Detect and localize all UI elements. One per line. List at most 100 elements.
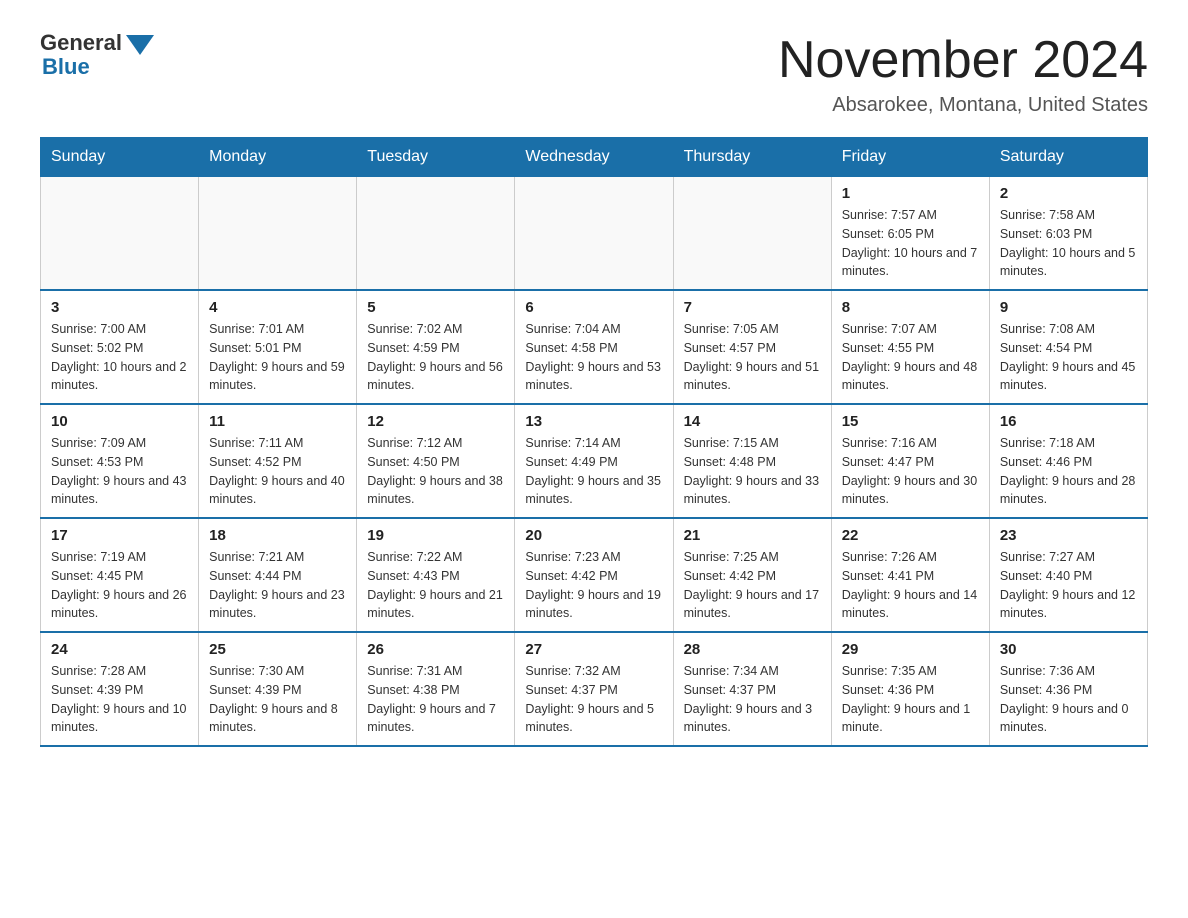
day-number: 24 — [51, 641, 188, 658]
weekday-header-row: SundayMondayTuesdayWednesdayThursdayFrid… — [41, 138, 1148, 177]
calendar-cell: 25 Sunrise: 7:30 AMSunset: 4:39 PMDayligh… — [199, 632, 357, 746]
calendar-table: SundayMondayTuesdayWednesdayThursdayFrid… — [40, 137, 1148, 747]
calendar-cell: 22Sunrise: 7:26 AMSunset: 4:41 PMDayligh… — [831, 518, 989, 632]
day-number: 11 — [209, 413, 346, 430]
calendar-cell: 28 Sunrise: 7:34 AMSunset: 4:37 PMDayligh… — [673, 632, 831, 746]
day-number: 25 — [209, 641, 346, 658]
calendar-cell: 21 Sunrise: 7:25 AMSunset: 4:42 PMDayligh… — [673, 518, 831, 632]
day-number: 16 — [1000, 413, 1137, 430]
sun-info: Sunrise: 7:05 AMSunset: 4:57 PMDaylight:… — [684, 320, 821, 395]
sun-info: Sunrise: 7:28 AMSunset: 4:39 PMDaylight:… — [51, 662, 188, 737]
day-number: 27 — [525, 641, 662, 658]
day-number: 15 — [842, 413, 979, 430]
calendar-cell: 5 Sunrise: 7:02 AMSunset: 4:59 PMDaylight… — [357, 290, 515, 404]
day-number: 4 — [209, 299, 346, 316]
weekday-header-friday: Friday — [831, 138, 989, 177]
calendar-cell: 27 Sunrise: 7:32 AMSunset: 4:37 PMDayligh… — [515, 632, 673, 746]
sun-info: Sunrise: 7:30 AMSunset: 4:39 PMDaylight:… — [209, 662, 346, 737]
sun-info: Sunrise: 7:19 AMSunset: 4:45 PMDaylight:… — [51, 548, 188, 623]
calendar-cell: 2 Sunrise: 7:58 AMSunset: 6:03 PMDaylight… — [989, 177, 1147, 291]
calendar-row-3: 10 Sunrise: 7:09 AMSunset: 4:53 PMDayligh… — [41, 404, 1148, 518]
calendar-cell: 14 Sunrise: 7:15 AMSunset: 4:48 PMDayligh… — [673, 404, 831, 518]
calendar-cell: 7 Sunrise: 7:05 AMSunset: 4:57 PMDaylight… — [673, 290, 831, 404]
logo-arrow-icon — [126, 35, 154, 55]
calendar-cell: 3 Sunrise: 7:00 AMSunset: 5:02 PMDaylight… — [41, 290, 199, 404]
day-number: 28 — [684, 641, 821, 658]
sun-info: Sunrise: 7:07 AMSunset: 4:55 PMDaylight:… — [842, 320, 979, 395]
sun-info: Sunrise: 7:08 AMSunset: 4:54 PMDaylight:… — [1000, 320, 1137, 395]
calendar-cell: 23Sunrise: 7:27 AMSunset: 4:40 PMDayligh… — [989, 518, 1147, 632]
calendar-cell: 12 Sunrise: 7:12 AMSunset: 4:50 PMDayligh… — [357, 404, 515, 518]
sun-info: Sunrise: 7:58 AMSunset: 6:03 PMDaylight:… — [1000, 206, 1137, 281]
day-number: 22 — [842, 527, 979, 544]
calendar-cell: 9 Sunrise: 7:08 AMSunset: 4:54 PMDaylight… — [989, 290, 1147, 404]
calendar-cell: 17 Sunrise: 7:19 AMSunset: 4:45 PMDayligh… — [41, 518, 199, 632]
sun-info: Sunrise: 7:34 AMSunset: 4:37 PMDaylight:… — [684, 662, 821, 737]
day-number: 1 — [842, 185, 979, 202]
sun-info: Sunrise: 7:09 AMSunset: 4:53 PMDaylight:… — [51, 434, 188, 509]
calendar-cell: 10 Sunrise: 7:09 AMSunset: 4:53 PMDayligh… — [41, 404, 199, 518]
calendar-cell — [41, 177, 199, 291]
weekday-header-sunday: Sunday — [41, 138, 199, 177]
calendar-cell: 29Sunrise: 7:35 AMSunset: 4:36 PMDayligh… — [831, 632, 989, 746]
day-number: 23 — [1000, 527, 1137, 544]
weekday-header-wednesday: Wednesday — [515, 138, 673, 177]
day-number: 21 — [684, 527, 821, 544]
calendar-row-4: 17 Sunrise: 7:19 AMSunset: 4:45 PMDayligh… — [41, 518, 1148, 632]
day-number: 12 — [367, 413, 504, 430]
day-number: 9 — [1000, 299, 1137, 316]
calendar-cell: 20Sunrise: 7:23 AMSunset: 4:42 PMDayligh… — [515, 518, 673, 632]
day-number: 18 — [209, 527, 346, 544]
sun-info: Sunrise: 7:25 AMSunset: 4:42 PMDaylight:… — [684, 548, 821, 623]
sun-info: Sunrise: 7:15 AMSunset: 4:48 PMDaylight:… — [684, 434, 821, 509]
sun-info: Sunrise: 7:00 AMSunset: 5:02 PMDaylight:… — [51, 320, 188, 395]
calendar-cell: 1 Sunrise: 7:57 AMSunset: 6:05 PMDaylight… — [831, 177, 989, 291]
sun-info: Sunrise: 7:32 AMSunset: 4:37 PMDaylight:… — [525, 662, 662, 737]
month-title: November 2024 — [778, 30, 1148, 90]
sun-info: Sunrise: 7:14 AMSunset: 4:49 PMDaylight:… — [525, 434, 662, 509]
logo-general-text: General — [40, 30, 122, 56]
calendar-cell: 19 Sunrise: 7:22 AMSunset: 4:43 PMDayligh… — [357, 518, 515, 632]
sun-info: Sunrise: 7:16 AMSunset: 4:47 PMDaylight:… — [842, 434, 979, 509]
day-number: 6 — [525, 299, 662, 316]
day-number: 26 — [367, 641, 504, 658]
day-number: 29 — [842, 641, 979, 658]
day-number: 8 — [842, 299, 979, 316]
calendar-cell — [673, 177, 831, 291]
calendar-row-1: 1 Sunrise: 7:57 AMSunset: 6:05 PMDaylight… — [41, 177, 1148, 291]
day-number: 19 — [367, 527, 504, 544]
calendar-cell: 26 Sunrise: 7:31 AMSunset: 4:38 PMDayligh… — [357, 632, 515, 746]
sun-info: Sunrise: 7:18 AMSunset: 4:46 PMDaylight:… — [1000, 434, 1137, 509]
day-number: 5 — [367, 299, 504, 316]
sun-info: Sunrise: 7:12 AMSunset: 4:50 PMDaylight:… — [367, 434, 504, 509]
sun-info: Sunrise: 7:31 AMSunset: 4:38 PMDaylight:… — [367, 662, 504, 737]
calendar-cell: 18Sunrise: 7:21 AMSunset: 4:44 PMDayligh… — [199, 518, 357, 632]
day-number: 14 — [684, 413, 821, 430]
calendar-cell: 16 Sunrise: 7:18 AMSunset: 4:46 PMDayligh… — [989, 404, 1147, 518]
sun-info: Sunrise: 7:36 AMSunset: 4:36 PMDaylight:… — [1000, 662, 1137, 737]
calendar-row-2: 3 Sunrise: 7:00 AMSunset: 5:02 PMDaylight… — [41, 290, 1148, 404]
calendar-cell — [357, 177, 515, 291]
calendar-cell: 15 Sunrise: 7:16 AMSunset: 4:47 PMDayligh… — [831, 404, 989, 518]
weekday-header-tuesday: Tuesday — [357, 138, 515, 177]
weekday-header-saturday: Saturday — [989, 138, 1147, 177]
day-number: 17 — [51, 527, 188, 544]
day-number: 3 — [51, 299, 188, 316]
calendar-cell: 11Sunrise: 7:11 AMSunset: 4:52 PMDayligh… — [199, 404, 357, 518]
calendar-cell: 6 Sunrise: 7:04 AMSunset: 4:58 PMDaylight… — [515, 290, 673, 404]
calendar-cell — [199, 177, 357, 291]
day-number: 10 — [51, 413, 188, 430]
calendar-row-5: 24 Sunrise: 7:28 AMSunset: 4:39 PMDayligh… — [41, 632, 1148, 746]
sun-info: Sunrise: 7:04 AMSunset: 4:58 PMDaylight:… — [525, 320, 662, 395]
sun-info: Sunrise: 7:02 AMSunset: 4:59 PMDaylight:… — [367, 320, 504, 395]
calendar-cell: 24 Sunrise: 7:28 AMSunset: 4:39 PMDayligh… — [41, 632, 199, 746]
sun-info: Sunrise: 7:22 AMSunset: 4:43 PMDaylight:… — [367, 548, 504, 623]
day-number: 30 — [1000, 641, 1137, 658]
calendar-cell: 30 Sunrise: 7:36 AMSunset: 4:36 PMDayligh… — [989, 632, 1147, 746]
day-number: 7 — [684, 299, 821, 316]
page-header: General Blue November 2024 Absarokee, Mo… — [40, 30, 1148, 117]
day-number: 2 — [1000, 185, 1137, 202]
sun-info: Sunrise: 7:57 AMSunset: 6:05 PMDaylight:… — [842, 206, 979, 281]
calendar-cell: 8 Sunrise: 7:07 AMSunset: 4:55 PMDaylight… — [831, 290, 989, 404]
sun-info: Sunrise: 7:01 AMSunset: 5:01 PMDaylight:… — [209, 320, 346, 395]
